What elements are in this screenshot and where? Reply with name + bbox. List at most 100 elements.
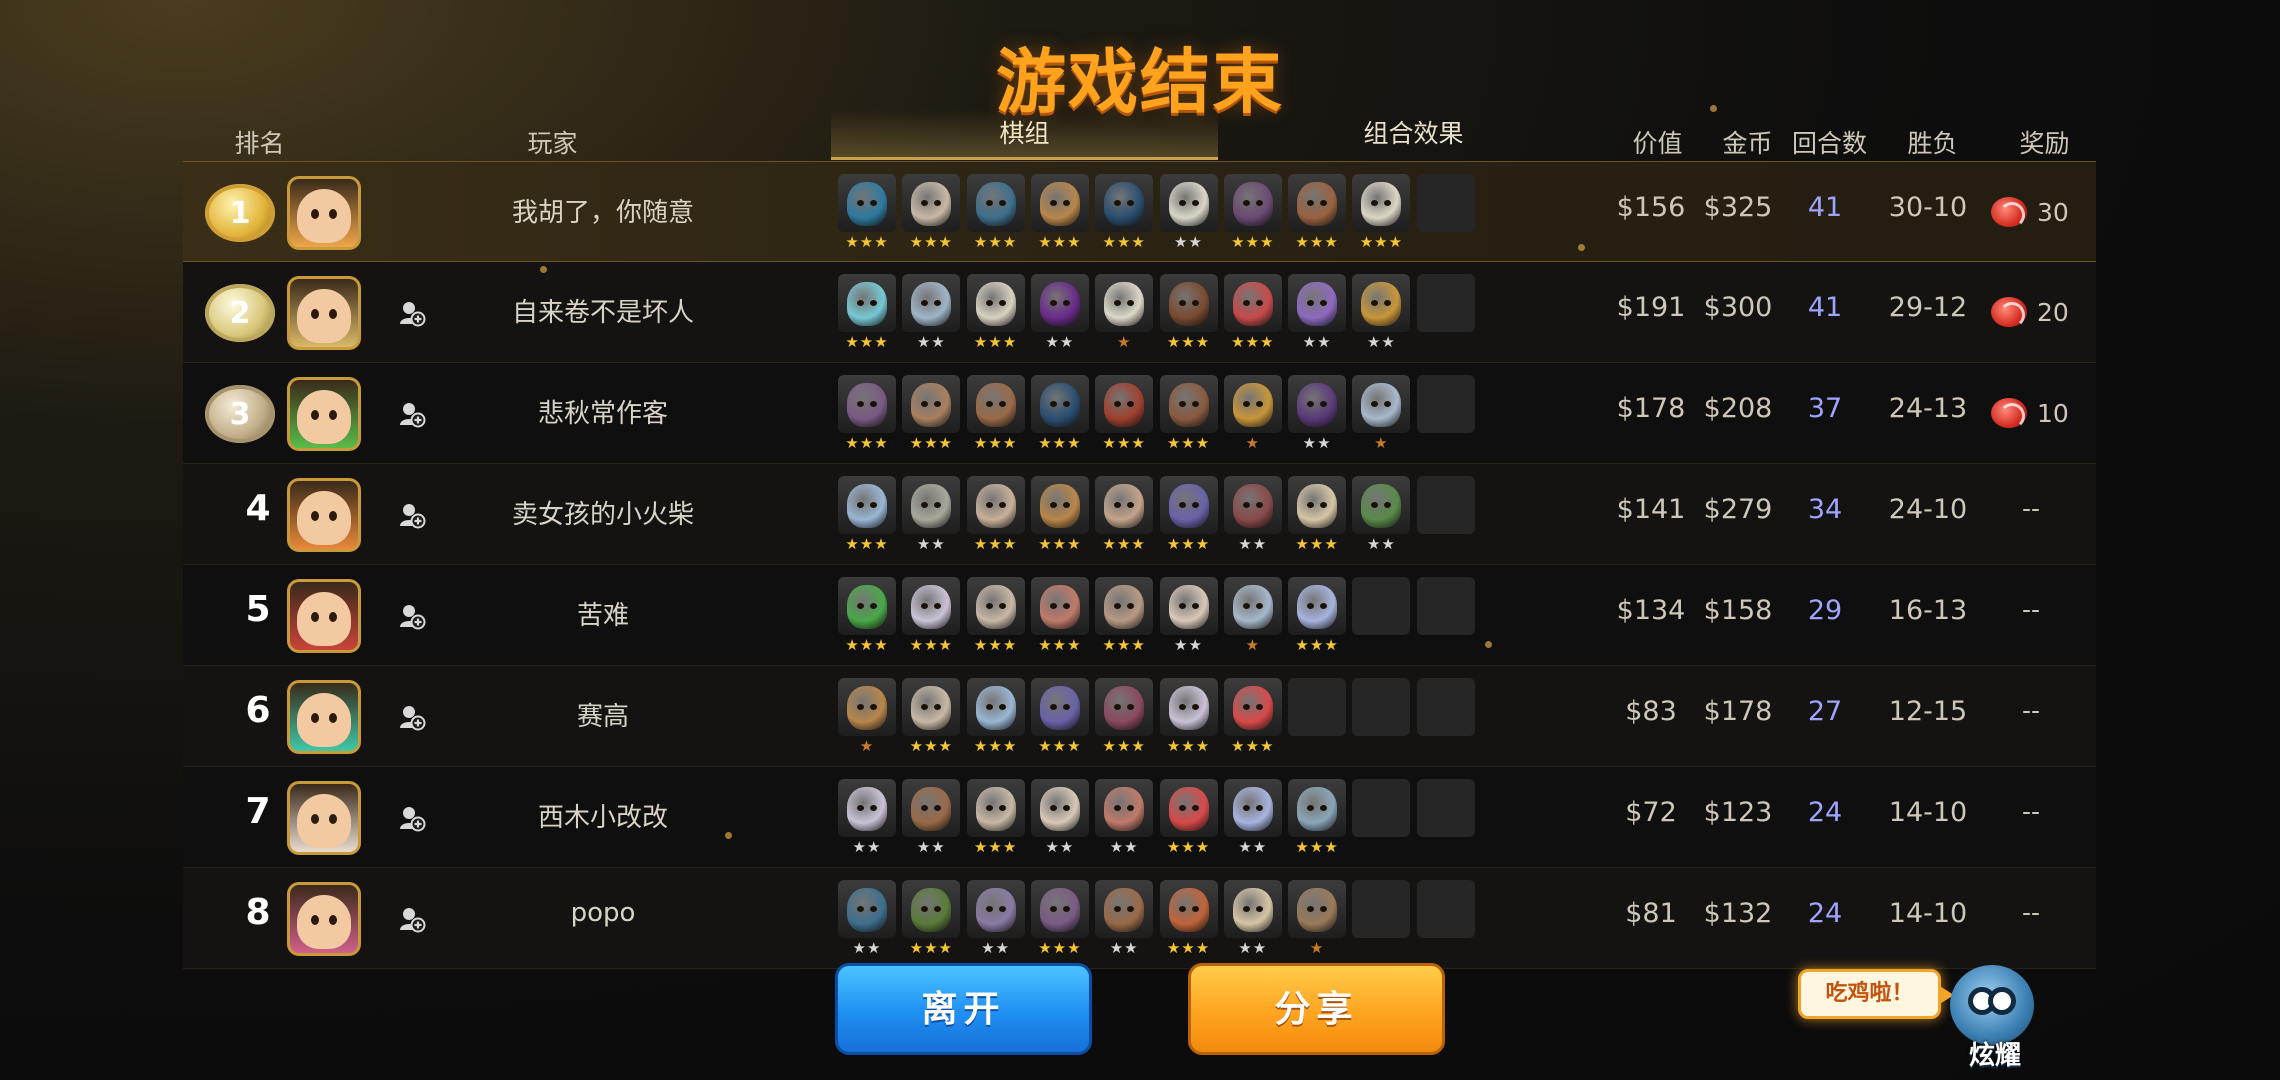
unit-portrait[interactable]: ★★★ xyxy=(966,476,1025,552)
unit-portrait[interactable]: ★★★ xyxy=(838,577,896,653)
unit-portrait[interactable]: ★★★ xyxy=(1223,274,1282,350)
unit-portrait[interactable]: ★★ xyxy=(902,476,961,552)
unit-portrait[interactable]: ★★ xyxy=(1223,779,1282,855)
unit-portrait[interactable]: ★★★ xyxy=(902,174,961,250)
unit-portrait[interactable]: ★★★ xyxy=(1030,375,1089,451)
add-friend-icon[interactable] xyxy=(398,299,426,327)
tab-lineup[interactable]: 棋组 xyxy=(831,110,1218,160)
unit-portrait[interactable]: ★★★ xyxy=(1159,779,1218,855)
unit-portrait[interactable]: ★★★ xyxy=(1159,476,1218,552)
unit-portrait[interactable]: ★★★ xyxy=(1095,174,1154,250)
mascot-icon[interactable] xyxy=(1950,965,2034,1045)
unit-portrait[interactable]: ★★ xyxy=(1223,476,1282,552)
unit-portrait[interactable]: ★★★ xyxy=(1159,274,1218,350)
unit-portrait[interactable]: ★★★ xyxy=(1159,880,1218,956)
unit-portrait[interactable]: ★★ xyxy=(1288,274,1347,350)
unit-portrait[interactable]: ★★★ xyxy=(902,577,961,653)
unit-portrait[interactable]: ★★★ xyxy=(1030,174,1089,250)
unit-portrait[interactable]: ★★★ xyxy=(966,779,1025,855)
unit-portrait[interactable]: ★★★ xyxy=(1288,577,1347,653)
unit-portrait[interactable]: ★★★ xyxy=(1095,678,1154,754)
unit-portrait[interactable]: ★★★ xyxy=(966,678,1025,754)
add-friend-icon[interactable] xyxy=(398,602,426,630)
unit-portrait[interactable]: ★★★ xyxy=(966,174,1025,250)
share-button[interactable]: 分享 xyxy=(1188,963,1445,1055)
unit-portrait[interactable]: ★★ xyxy=(1095,880,1154,956)
unit-portrait[interactable]: ★★★ xyxy=(1030,880,1089,956)
unit-portrait[interactable]: ★★★ xyxy=(1030,577,1089,653)
candy-icon xyxy=(1991,398,2027,429)
unit-portrait[interactable]: ★★ xyxy=(838,779,896,855)
unit-portrait[interactable]: ★★★ xyxy=(1223,174,1282,250)
unit-portrait[interactable]: ★★★ xyxy=(1159,678,1218,754)
avatar[interactable] xyxy=(287,276,361,350)
rank-number: 5 xyxy=(245,589,271,630)
player-row: 7 西木小改改 ★★ ★★ ★★★ ★★ ★★ ★★★ ★★ ★★★ $72 $123 24 14-10-… xyxy=(183,767,2096,868)
star-rating: ★★★ xyxy=(1231,233,1275,251)
star-rating: ★★★ xyxy=(845,535,889,553)
stat-record: 14-10 xyxy=(1888,898,1968,929)
avatar[interactable] xyxy=(287,377,361,451)
unit-portrait[interactable]: ★★ xyxy=(1095,779,1154,855)
unit-portrait[interactable]: ★★★ xyxy=(1030,476,1089,552)
unit-portrait[interactable]: ★★ xyxy=(1030,274,1089,350)
unit-portrait[interactable]: ★★★ xyxy=(1288,476,1347,552)
avatar[interactable] xyxy=(287,680,361,754)
unit-portrait[interactable]: ★★ xyxy=(902,274,961,350)
unit-portrait[interactable]: ★★★ xyxy=(1288,174,1347,250)
unit-portrait[interactable]: ★★★ xyxy=(838,375,896,451)
unit-portrait[interactable]: ★★ xyxy=(838,880,896,956)
unit-portrait[interactable]: ★★★ xyxy=(902,375,961,451)
unit-portrait[interactable]: ★★★ xyxy=(1030,678,1089,754)
avatar-face xyxy=(297,592,351,646)
unit-portrait[interactable]: ★★★ xyxy=(902,880,961,956)
rank-medal-icon: 3 xyxy=(205,385,275,443)
unit-portrait[interactable]: ★ xyxy=(1095,274,1154,350)
unit-portrait[interactable]: ★★ xyxy=(966,880,1025,956)
unit-portrait[interactable]: ★★★ xyxy=(966,577,1025,653)
unit-portrait[interactable]: ★★ xyxy=(1352,274,1411,350)
unit-portrait[interactable]: ★★★ xyxy=(1352,174,1411,250)
leave-button[interactable]: 离开 xyxy=(835,963,1092,1055)
unit-portrait[interactable]: ★★★ xyxy=(1095,577,1154,653)
unit-portrait[interactable]: ★★★ xyxy=(966,274,1025,350)
unit-portrait[interactable]: ★★ xyxy=(1223,880,1282,956)
unit-portrait[interactable]: ★★ xyxy=(1159,174,1218,250)
unit-portrait[interactable]: ★ xyxy=(838,678,896,754)
unit-portrait[interactable]: ★ xyxy=(1223,577,1282,653)
unit-portrait[interactable]: ★★★ xyxy=(1095,476,1154,552)
add-friend-icon[interactable] xyxy=(398,400,426,428)
unit-portrait[interactable]: ★★★ xyxy=(966,375,1025,451)
unit-portrait[interactable]: ★★ xyxy=(1030,779,1089,855)
add-friend-icon[interactable] xyxy=(398,703,426,731)
unit-portrait[interactable]: ★ xyxy=(1352,375,1411,451)
avatar[interactable] xyxy=(287,176,361,250)
add-friend-icon[interactable] xyxy=(398,905,426,933)
avatar[interactable] xyxy=(287,882,361,956)
unit-portrait[interactable]: ★ xyxy=(1288,880,1347,956)
unit-portrait[interactable]: ★★★ xyxy=(1095,375,1154,451)
reward-amount: -- xyxy=(2021,696,2041,725)
unit-portrait[interactable]: ★★ xyxy=(1352,476,1411,552)
add-friend-icon[interactable] xyxy=(398,501,426,529)
unit-portrait[interactable]: ★★★ xyxy=(838,174,896,250)
unit-portrait[interactable]: ★★★ xyxy=(1159,375,1218,451)
unit-portrait[interactable]: ★★★ xyxy=(1223,678,1282,754)
show-off-button[interactable]: 炫耀 xyxy=(1960,1035,2030,1072)
unit-portrait[interactable]: ★★ xyxy=(902,779,961,855)
avatar[interactable] xyxy=(287,478,361,552)
tab-synergy[interactable]: 组合效果 xyxy=(1220,110,1607,160)
unit-portrait[interactable]: ★ xyxy=(1223,375,1282,451)
reward-amount: -- xyxy=(2021,797,2041,826)
avatar[interactable] xyxy=(287,781,361,855)
avatar[interactable] xyxy=(287,579,361,653)
add-friend-icon[interactable] xyxy=(398,804,426,832)
unit-portrait[interactable]: ★★ xyxy=(1159,577,1218,653)
unit-portrait[interactable]: ★★ xyxy=(1288,375,1347,451)
sparkle xyxy=(1710,105,1717,112)
empty-slot xyxy=(1416,880,1475,938)
unit-portrait[interactable]: ★★★ xyxy=(838,274,896,350)
unit-portrait[interactable]: ★★★ xyxy=(838,476,896,552)
unit-portrait[interactable]: ★★★ xyxy=(1288,779,1347,855)
unit-portrait[interactable]: ★★★ xyxy=(902,678,961,754)
